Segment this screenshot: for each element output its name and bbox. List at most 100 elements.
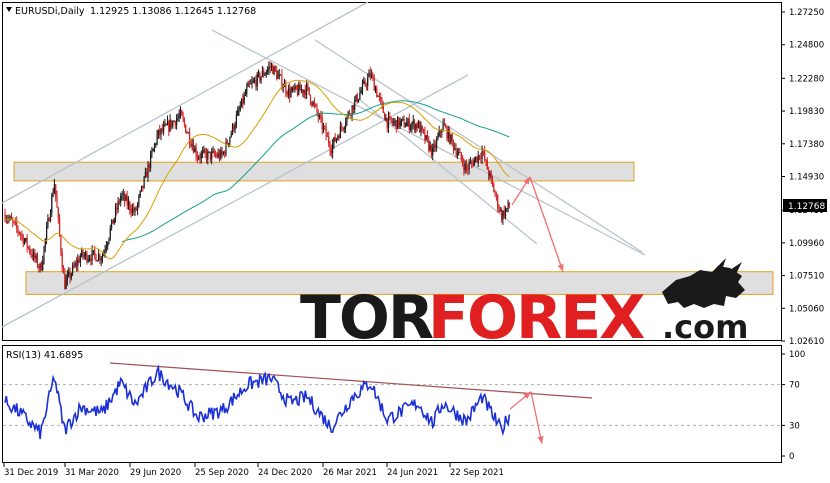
candle-body	[386, 118, 388, 129]
candle-body	[252, 81, 254, 83]
candle-body	[294, 85, 296, 90]
candle-body	[430, 144, 432, 156]
candle-body	[49, 212, 52, 222]
candle-body	[497, 195, 499, 208]
candle-body	[363, 80, 365, 84]
candle-body	[263, 71, 265, 76]
candle-body	[330, 150, 332, 154]
candle-body	[501, 209, 503, 220]
candle-body	[443, 123, 445, 126]
candle-body	[419, 121, 421, 133]
candle-body	[371, 74, 373, 77]
candle-body	[144, 171, 146, 178]
candle-body	[341, 126, 343, 128]
candle-body	[498, 207, 500, 211]
candle-body	[73, 265, 75, 267]
candle-body	[124, 193, 126, 201]
price-axis: 1.27250 1.24800 1.22280 1.19830 1.17380 1.149…	[781, 8, 824, 347]
candle-body	[241, 98, 243, 107]
candle-body	[199, 157, 201, 159]
candle-body	[417, 121, 419, 128]
candle-body	[494, 192, 496, 195]
candle-body	[68, 271, 70, 276]
candle-body	[291, 87, 293, 91]
candle-body	[286, 92, 288, 95]
candle-body	[493, 184, 495, 193]
candle-body	[217, 153, 219, 157]
candle-body	[182, 115, 184, 120]
candle-body	[247, 82, 249, 87]
candle-body	[177, 117, 179, 120]
candle-body	[335, 138, 338, 142]
price-tick-label: 1.27250	[789, 8, 824, 18]
candle-body	[482, 151, 484, 153]
candle-body	[104, 249, 106, 253]
candle-body	[367, 77, 369, 86]
price-tick-label: 1.07510	[789, 272, 824, 282]
candle-body	[237, 110, 239, 116]
symbol-title: EURUSDi,Daily	[15, 6, 85, 17]
candle-body	[381, 99, 383, 104]
candle-body	[105, 246, 107, 250]
candle-body	[52, 193, 54, 196]
candle-body	[460, 152, 462, 160]
candle-body	[13, 221, 15, 223]
candle-body	[439, 130, 442, 133]
candle-body	[260, 76, 262, 81]
candle-body	[186, 132, 188, 134]
candle-body	[168, 121, 170, 131]
candle-body	[131, 207, 133, 213]
candle-body	[507, 202, 509, 209]
candle-body	[307, 84, 309, 88]
candle-body	[133, 207, 135, 212]
candle-body	[243, 94, 245, 104]
candle-body	[256, 73, 258, 87]
candle-body	[278, 74, 280, 76]
candle-body	[165, 124, 167, 126]
candle-body	[81, 250, 83, 257]
candle-body	[251, 81, 253, 84]
candle-body	[9, 216, 11, 219]
candle-body	[485, 160, 487, 162]
candle-body	[437, 136, 439, 140]
candle-body	[96, 260, 98, 262]
candle-body	[250, 83, 252, 85]
candle-body	[372, 74, 374, 78]
candle-body	[303, 90, 305, 94]
candle-body	[69, 271, 71, 279]
candle-body	[99, 254, 101, 261]
candle-body	[473, 159, 475, 166]
candle-body	[190, 143, 192, 146]
candle-body	[326, 135, 328, 137]
candle-body	[17, 227, 19, 232]
candle-body	[31, 254, 33, 258]
candle-body	[60, 235, 62, 253]
price-tick-label: 1.05060	[789, 304, 824, 314]
watermark-com: .com	[662, 308, 748, 346]
candle-body	[333, 137, 335, 145]
candle-body	[306, 84, 308, 95]
candle-body	[416, 124, 418, 128]
candle-body	[34, 252, 36, 259]
candle-body	[161, 128, 163, 132]
candle-body	[53, 184, 55, 194]
candle-body	[225, 141, 227, 155]
candle-body	[242, 98, 244, 104]
candle-body	[163, 125, 165, 132]
candle-body	[325, 127, 327, 136]
candle-body	[48, 218, 50, 222]
candle-body	[450, 134, 452, 144]
candle-body	[114, 207, 117, 219]
candle-body	[62, 268, 65, 274]
candle-body	[65, 279, 67, 289]
rsi-axis: 100 70 30 0	[781, 350, 805, 462]
candle-body	[211, 151, 213, 160]
candle-body	[30, 252, 32, 255]
candle-body	[43, 246, 45, 262]
price-tick-label: 1.02610	[789, 337, 824, 347]
rsi-title: RSI(13) 41.6895	[6, 350, 83, 361]
candle-body	[428, 138, 430, 151]
candle-body	[152, 148, 154, 152]
candle-body	[402, 119, 404, 121]
candle-body	[376, 88, 378, 97]
